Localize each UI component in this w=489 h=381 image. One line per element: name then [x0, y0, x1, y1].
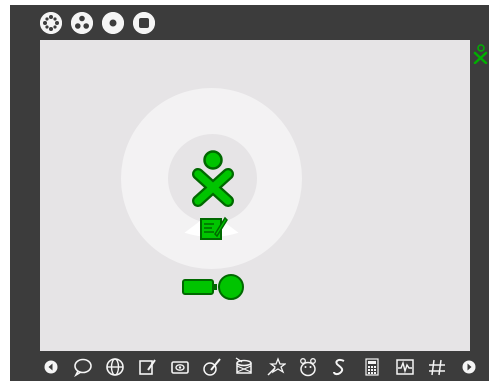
neighborhood-view-icon[interactable]	[40, 12, 62, 34]
view-selector-bar	[40, 10, 155, 36]
friend-xo-icon[interactable]	[472, 44, 488, 64]
calculate-activity-icon[interactable]	[361, 356, 383, 378]
speak-activity-icon[interactable]	[329, 356, 351, 378]
scroll-right-icon[interactable]	[458, 356, 480, 378]
paint-activity-icon[interactable]	[201, 356, 223, 378]
chat-activity-icon[interactable]	[72, 356, 94, 378]
write-activity-icon[interactable]	[196, 212, 228, 244]
distance-activity-icon[interactable]	[426, 356, 448, 378]
group-view-icon[interactable]	[71, 12, 93, 34]
scroll-left-icon[interactable]	[40, 356, 62, 378]
write-activity-icon[interactable]	[136, 356, 158, 378]
home-view-icon[interactable]	[102, 12, 124, 34]
activity-launcher-bar	[40, 355, 480, 379]
browse-activity-icon[interactable]	[104, 356, 126, 378]
record-activity-icon[interactable]	[169, 356, 191, 378]
turtleart-activity-icon[interactable]	[265, 356, 287, 378]
measure-activity-icon[interactable]	[394, 356, 416, 378]
etoys-activity-icon[interactable]	[297, 356, 319, 378]
battery-icon[interactable]	[181, 273, 245, 301]
activity-view-icon[interactable]	[133, 12, 155, 34]
tamtam-activity-icon[interactable]	[233, 356, 255, 378]
xo-buddy-icon[interactable]	[181, 145, 245, 209]
